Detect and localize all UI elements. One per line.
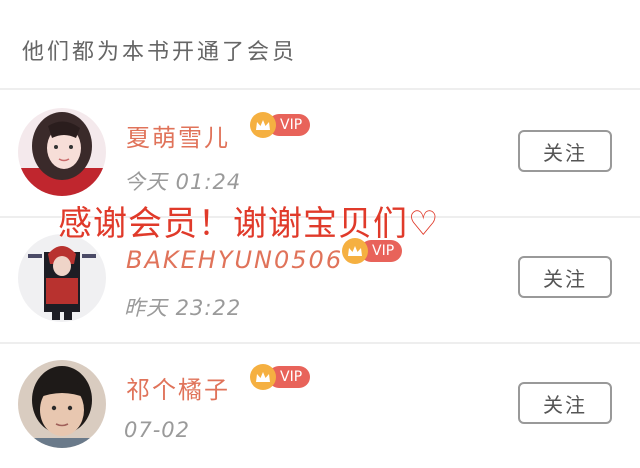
follow-button[interactable]: 关注 (518, 130, 612, 172)
follow-button[interactable]: 关注 (518, 256, 612, 298)
timestamp: 07-02 (124, 418, 191, 442)
page-header: 他们都为本书开通了会员 (0, 0, 640, 90)
member-name[interactable]: 夏萌雪儿 (126, 118, 230, 153)
crown-icon (250, 112, 276, 138)
member-row: 祁个橘子 VIP 07-02 关注 (0, 342, 640, 468)
avatar[interactable] (18, 360, 106, 448)
follow-button[interactable]: 关注 (518, 382, 612, 424)
timestamp: 今天 01:24 (124, 170, 242, 194)
page-title: 他们都为本书开通了会员 (22, 40, 298, 65)
member-name[interactable]: BAKEHYUN0506 (126, 246, 343, 274)
avatar[interactable] (18, 108, 106, 196)
member-name[interactable]: 祁个橘子 (126, 370, 230, 405)
vip-badge: VIP (250, 364, 311, 390)
timestamp: 昨天 23:22 (124, 296, 242, 320)
vip-badge: VIP (250, 112, 311, 138)
thank-you-caption: 感谢会员！谢谢宝贝们♡ (58, 204, 440, 244)
crown-icon (250, 364, 276, 390)
avatar[interactable] (18, 234, 106, 322)
